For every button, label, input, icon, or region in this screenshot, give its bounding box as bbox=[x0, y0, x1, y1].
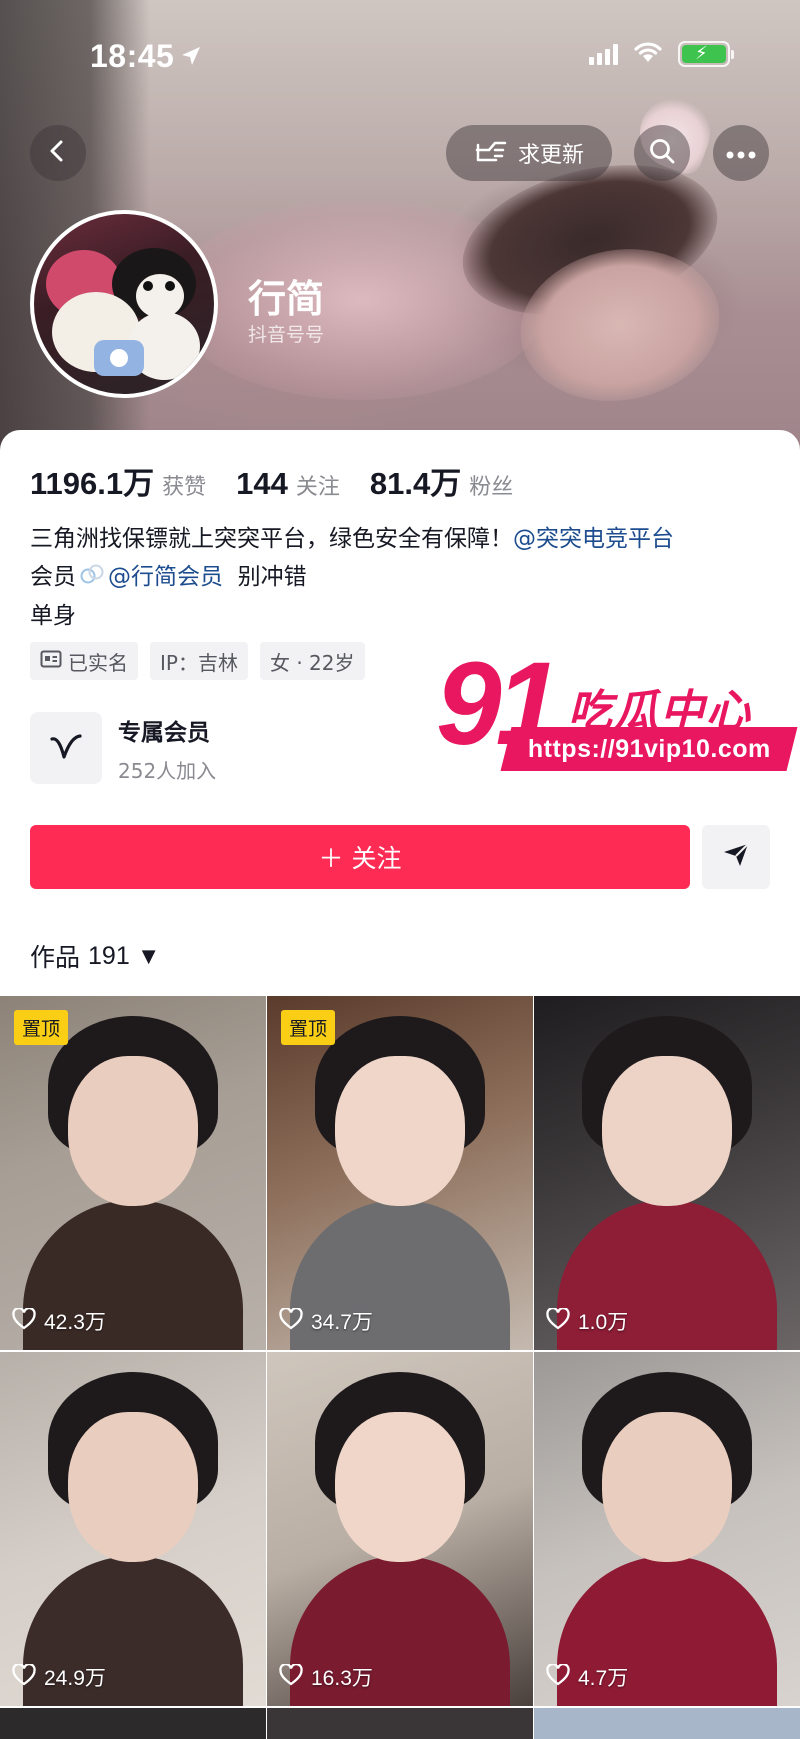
video-likes: 24.9万 bbox=[12, 1662, 106, 1692]
exclusive-membership[interactable]: 专属会员 252人加入 bbox=[30, 712, 216, 784]
membership-text: 专属会员 252人加入 bbox=[118, 719, 217, 783]
video-likes: 16.3万 bbox=[279, 1662, 373, 1692]
video-thumbnail[interactable]: 置顶 34.7万 bbox=[267, 996, 533, 1350]
heart-icon bbox=[279, 1662, 303, 1691]
video-likes: 34.7万 bbox=[279, 1306, 373, 1336]
status-time: 18:45 bbox=[90, 38, 202, 75]
display-name: 行简 bbox=[248, 277, 325, 321]
chevron-left-icon bbox=[46, 139, 70, 167]
status-bar: 18:45 ⚡ bbox=[0, 0, 800, 110]
send-arrow-icon bbox=[722, 842, 750, 872]
bio-line-2: 会员 @行简会员 别冲错 bbox=[30, 558, 780, 597]
avatar-cat-image bbox=[46, 248, 200, 380]
caret-down-icon: ▼ bbox=[141, 945, 156, 967]
back-button[interactable] bbox=[30, 125, 86, 181]
membership-v-icon bbox=[30, 712, 102, 784]
video-grid-next-row bbox=[0, 1708, 800, 1739]
gender-age-tag: 女 · 22岁 bbox=[259, 642, 365, 680]
likes-stat[interactable]: 1196.1万 获赞 bbox=[30, 458, 206, 503]
profile-stats: 1196.1万 获赞 144 关注 81.4万 粉丝 bbox=[30, 458, 513, 503]
bio-line-1: 三角洲找保镖就上突突平台，绿色安全有保障！@突突电竞平台 bbox=[30, 526, 674, 552]
video-thumbnail[interactable]: 4.7万 bbox=[534, 1352, 800, 1706]
video-thumbnail[interactable]: 置顶 42.3万 bbox=[0, 996, 266, 1350]
share-button[interactable] bbox=[702, 825, 770, 889]
profile-banner: 18:45 ⚡ 求更新 行简 抖音号号 bbox=[0, 0, 800, 450]
bio-line-3: 单身 bbox=[30, 602, 76, 629]
heart-icon bbox=[546, 1662, 570, 1691]
video-thumbnail-partial[interactable] bbox=[0, 1708, 266, 1739]
video-likes: 1.0万 bbox=[546, 1306, 628, 1336]
profile-card: 1196.1万 获赞 144 关注 81.4万 粉丝 三角洲找保镖就上突突平台，… bbox=[0, 430, 800, 1739]
video-grid: 置顶 42.3万 置顶 34.7万 1.0万 24.9万 16.3万 4.7万 bbox=[0, 996, 800, 1706]
verified-tag: 已实名 bbox=[30, 642, 138, 680]
heart-icon bbox=[12, 1306, 36, 1335]
following-stat[interactable]: 144 关注 bbox=[236, 466, 340, 502]
pinned-badge: 置顶 bbox=[14, 1010, 69, 1045]
mention-link-platform[interactable]: @突突电竞平台 bbox=[513, 526, 674, 552]
video-likes: 42.3万 bbox=[12, 1306, 106, 1336]
status-icons: ⚡ bbox=[589, 40, 734, 68]
id-card-icon bbox=[40, 649, 62, 673]
heart-icon bbox=[279, 1306, 303, 1335]
ip-location-tag: IP：吉林 bbox=[150, 642, 248, 680]
works-tab[interactable]: 作品 191 ▼ bbox=[30, 938, 156, 974]
location-arrow-icon bbox=[180, 38, 202, 75]
cellular-signal-icon bbox=[589, 43, 618, 65]
video-thumbnail[interactable]: 1.0万 bbox=[534, 996, 800, 1350]
watermark-url-banner: https://91vip10.com bbox=[500, 727, 798, 771]
search-button[interactable] bbox=[634, 125, 690, 181]
pinned-badge: 置顶 bbox=[281, 1010, 336, 1045]
request-update-button[interactable]: 求更新 bbox=[446, 125, 612, 181]
follow-button[interactable]: ＋ 关注 bbox=[30, 825, 690, 889]
ellipsis-icon bbox=[726, 144, 756, 163]
more-options-button[interactable] bbox=[713, 125, 769, 181]
video-likes: 4.7万 bbox=[546, 1662, 628, 1692]
heart-icon bbox=[12, 1662, 36, 1691]
video-thumbnail[interactable]: 24.9万 bbox=[0, 1352, 266, 1706]
heart-icon bbox=[546, 1306, 570, 1335]
video-thumbnail-partial[interactable] bbox=[534, 1708, 800, 1739]
douyin-id-label[interactable]: 抖音号号 bbox=[248, 320, 324, 347]
followers-stat[interactable]: 81.4万 粉丝 bbox=[370, 458, 513, 503]
avatar[interactable] bbox=[30, 210, 218, 398]
wifi-icon bbox=[632, 40, 664, 68]
pointing-hand-icon bbox=[474, 136, 508, 170]
watermark-logo: 91 吃瓜中心 https://91vip10.com bbox=[436, 645, 798, 785]
mention-link-member[interactable]: @行简会员 bbox=[108, 564, 223, 590]
profile-tags: 已实名 IP：吉林 女 · 22岁 bbox=[30, 642, 365, 680]
battery-charging-icon: ⚡ bbox=[678, 41, 734, 67]
rings-emoji-icon bbox=[79, 559, 105, 597]
video-thumbnail[interactable]: 16.3万 bbox=[267, 1352, 533, 1706]
bio: 三角洲找保镖就上突突平台，绿色安全有保障！@突突电竞平台 会员 @行简会员 别冲错… bbox=[30, 520, 780, 635]
search-icon bbox=[648, 137, 676, 169]
video-thumbnail-partial[interactable] bbox=[267, 1708, 533, 1739]
